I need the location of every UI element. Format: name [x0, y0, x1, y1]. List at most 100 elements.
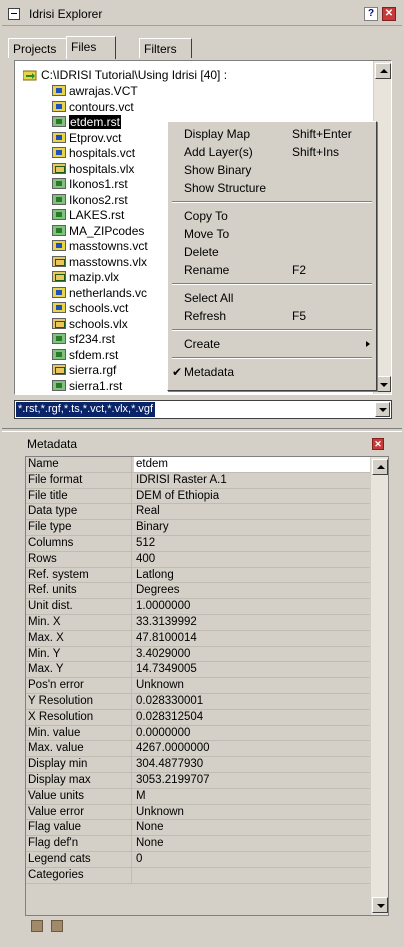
file-item[interactable]: masstowns.vlx	[52, 255, 147, 269]
table-row[interactable]: Min. X 33.3139992	[26, 614, 372, 631]
file-filter-value[interactable]: *.rst,*.rgf,*.ts,*.vct,*.vlx,*.vgf	[16, 402, 156, 417]
file-item-label: LAKES.rst	[69, 208, 125, 222]
file-item[interactable]: etdem.rst	[52, 115, 122, 129]
menu-item-create[interactable]: Create	[168, 335, 376, 353]
menu-item-show-binary[interactable]: Show Binary	[168, 161, 376, 179]
file-filter-combo[interactable]: *.rst,*.rgf,*.ts,*.vct,*.vlx,*.vgf	[14, 400, 392, 419]
menu-item-label: Move To	[184, 227, 230, 241]
file-item[interactable]: Ikonos2.rst	[52, 193, 128, 207]
table-row[interactable]: Min. Y 3.4029000	[26, 646, 372, 663]
menu-item-metadata[interactable]: ✔ Metadata	[168, 363, 376, 381]
metadata-close-button[interactable]: ✕	[372, 438, 384, 450]
menu-item-show-structure[interactable]: Show Structure	[168, 179, 376, 197]
table-row[interactable]: Name etdem	[26, 457, 372, 473]
metadata-scroll-up-button[interactable]	[372, 459, 388, 475]
menu-item-delete[interactable]: Delete	[168, 243, 376, 261]
menu-item-copy-to[interactable]: Copy To	[168, 207, 376, 225]
table-row[interactable]: Legend cats 0	[26, 851, 372, 868]
file-item[interactable]: schools.vlx	[52, 317, 128, 331]
tab-files[interactable]: Files	[66, 36, 116, 59]
table-row[interactable]: Display max 3053.2199707	[26, 772, 372, 789]
menu-item-add-layer-s[interactable]: Add Layer(s) Shift+Ins	[168, 143, 376, 161]
table-row[interactable]: Max. X 47.8100014	[26, 630, 372, 647]
file-item[interactable]: sierra1.rst	[52, 379, 122, 393]
help-button[interactable]: ?	[364, 7, 378, 21]
table-row[interactable]: Categories	[26, 867, 372, 884]
metadata-scrollbar[interactable]	[370, 457, 388, 915]
menu-item-rename[interactable]: Rename F2	[168, 261, 376, 279]
table-row[interactable]: Max. Y 14.7349005	[26, 662, 372, 679]
tab-filters[interactable]: Filters	[139, 38, 192, 58]
property-name: Min. value	[28, 725, 132, 741]
scroll-up-button[interactable]	[375, 63, 391, 79]
property-value: None	[136, 837, 164, 850]
table-row[interactable]: X Resolution 0.028312504	[26, 709, 372, 726]
menu-item-shortcut: F5	[292, 309, 307, 323]
file-item-label: etdem.rst	[69, 115, 122, 129]
table-row[interactable]: Ref. system Latlong	[26, 567, 372, 584]
menu-item-refresh[interactable]: Refresh F5	[168, 307, 376, 325]
file-item-label: schools.vct	[69, 301, 129, 315]
menu-item-move-to[interactable]: Move To	[168, 225, 376, 243]
property-value: 1.0000000	[136, 600, 191, 613]
property-name: Pos'n error	[28, 678, 132, 693]
chevron-down-icon[interactable]	[375, 402, 390, 417]
property-name: Value units	[28, 788, 132, 804]
scroll-down-button[interactable]	[375, 376, 391, 392]
table-row[interactable]: Y Resolution 0.028330001	[26, 693, 372, 710]
file-item[interactable]: Etprov.vct	[52, 131, 121, 145]
file-item[interactable]: netherlands.vc	[52, 286, 147, 300]
close-button[interactable]: ✕	[382, 7, 396, 21]
table-row[interactable]: Value units M	[26, 788, 372, 805]
collapse-toggle-icon[interactable]	[8, 8, 20, 20]
property-value: 304.4877930	[136, 758, 204, 771]
file-item[interactable]: Ikonos1.rst	[52, 177, 128, 191]
property-value: 0.028330001	[136, 694, 204, 707]
panel-splitter[interactable]	[2, 428, 402, 432]
table-row[interactable]: File type Binary	[26, 520, 372, 536]
table-row[interactable]: Data type Real	[26, 504, 372, 521]
table-row[interactable]: Ref. units Degrees	[26, 583, 372, 600]
table-row[interactable]: Columns 512	[26, 535, 372, 552]
file-item[interactable]: contours.vct	[52, 100, 134, 114]
table-row[interactable]: Unit dist. 1.0000000	[26, 599, 372, 615]
file-item[interactable]: awrajas.VCT	[52, 84, 138, 98]
property-value[interactable]: etdem	[134, 457, 372, 472]
table-row[interactable]: Flag value None	[26, 820, 372, 837]
file-item[interactable]: LAKES.rst	[52, 208, 124, 222]
property-name: Min. X	[28, 614, 132, 630]
file-item[interactable]: masstowns.vct	[52, 239, 148, 253]
table-row[interactable]: Rows 400	[26, 551, 372, 568]
file-item-label: sf234.rst	[69, 332, 116, 346]
property-value: 3.4029000	[136, 647, 191, 660]
color-swatch[interactable]	[51, 920, 63, 932]
tree-root-folder[interactable]: C:\IDRISI Tutorial\Using Idrisi [40] :	[23, 68, 227, 82]
group-file-icon	[52, 317, 66, 329]
file-item[interactable]: schools.vct	[52, 301, 128, 315]
metadata-scroll-down-button[interactable]	[372, 897, 388, 913]
menu-item-select-all[interactable]: Select All	[168, 289, 376, 307]
table-row[interactable]: Display min 304.4877930	[26, 757, 372, 773]
table-row[interactable]: File format IDRISI Raster A.1	[26, 472, 372, 489]
menu-item-display-map[interactable]: Display Map Shift+Enter	[168, 125, 376, 143]
file-item[interactable]: sierra.rgf	[52, 363, 116, 377]
file-item[interactable]: hospitals.vct	[52, 146, 135, 160]
table-row[interactable]: Value error Unknown	[26, 804, 372, 821]
property-name: Flag def'n	[28, 836, 132, 851]
table-row[interactable]: Pos'n error Unknown	[26, 678, 372, 694]
file-item[interactable]: sfdem.rst	[52, 348, 118, 362]
group-file-icon	[52, 162, 66, 174]
file-item[interactable]: hospitals.vlx	[52, 162, 134, 176]
color-swatch[interactable]	[31, 920, 43, 932]
tab-projects[interactable]: Projects	[8, 38, 68, 58]
table-row[interactable]: Max. value 4267.0000000	[26, 741, 372, 758]
file-item[interactable]: sf234.rst	[52, 332, 115, 346]
table-row[interactable]: Min. value 0.0000000	[26, 725, 372, 742]
table-row[interactable]: File title DEM of Ethiopia	[26, 488, 372, 505]
property-value: 14.7349005	[136, 663, 197, 676]
table-row[interactable]: Flag def'n None	[26, 836, 372, 852]
property-name: Display max	[28, 772, 132, 788]
file-item[interactable]: mazip.vlx	[52, 270, 119, 284]
file-item[interactable]: MA_ZIPcodes	[52, 224, 144, 238]
tree-root-label: C:\IDRISI Tutorial\Using Idrisi [40] :	[41, 68, 228, 82]
